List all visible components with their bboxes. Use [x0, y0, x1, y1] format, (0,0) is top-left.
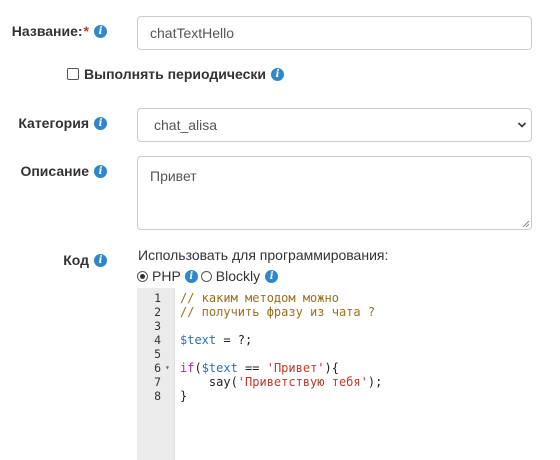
- category-label-group: Категория i: [18, 115, 107, 131]
- periodic-row: Выполнять периодически i: [67, 66, 284, 82]
- info-icon[interactable]: i: [184, 269, 198, 283]
- blockly-radio[interactable]: [200, 270, 212, 282]
- name-label: Название:: [11, 23, 83, 39]
- line-number: 8: [154, 389, 161, 403]
- programming-hint: Использовать для программирования:: [138, 247, 389, 263]
- code-token: }: [180, 389, 188, 403]
- info-icon[interactable]: i: [271, 67, 284, 81]
- code-token: ){: [324, 361, 339, 375]
- code-line: // получить фразу из чата ?: [180, 305, 375, 319]
- code-token: if: [180, 361, 195, 375]
- code-label: Код: [63, 252, 89, 268]
- description-text: Привет: [150, 168, 197, 184]
- info-icon[interactable]: i: [94, 164, 107, 178]
- category-select[interactable]: chat_alisa: [137, 108, 532, 142]
- line-number: 4: [154, 333, 161, 347]
- info-icon[interactable]: i: [94, 116, 107, 130]
- code-label-group: Код i: [63, 252, 107, 268]
- code-token: $text: [201, 361, 238, 375]
- php-radio-label[interactable]: PHP: [152, 268, 181, 284]
- code-token: );: [367, 375, 383, 389]
- code-line: if($text == 'Привет'){: [180, 361, 339, 375]
- code-editor[interactable]: 1 2 3 4 5 6 ▾ 7 8 // каким методом можно// получ…: [137, 288, 532, 460]
- required-mark: *: [83, 23, 89, 39]
- description-label-group: Описание i: [20, 163, 107, 179]
- code-line: say('Приветствую тебя');: [180, 375, 382, 389]
- fold-arrow-icon[interactable]: ▾: [165, 361, 173, 375]
- resize-grip-icon[interactable]: [522, 220, 530, 228]
- code-line: // каким методом можно: [180, 291, 339, 305]
- line-number: 6: [154, 361, 161, 375]
- language-radio-group: PHP i Blockly i: [137, 268, 279, 284]
- code-token: // получить фразу из чата ?: [180, 305, 376, 319]
- info-icon[interactable]: i: [265, 269, 279, 283]
- chevron-down-icon: [517, 122, 527, 128]
- line-number: 1: [154, 291, 161, 305]
- code-token: 'Приветствую тебя': [237, 375, 368, 389]
- name-input[interactable]: chatTextHello: [137, 16, 532, 50]
- script-edit-form: Название: * i chatTextHello Выполнять пер…: [0, 0, 560, 460]
- periodic-label[interactable]: Выполнять периодически: [84, 66, 266, 82]
- code-token: $text: [180, 333, 217, 347]
- info-icon[interactable]: i: [94, 24, 107, 38]
- name-label-group: Название: * i: [12, 23, 107, 39]
- editor-gutter: 1 2 3 4 5 6 ▾ 7 8: [137, 288, 175, 460]
- code-token: = ?;: [216, 333, 253, 347]
- php-radio[interactable]: [137, 270, 148, 282]
- periodic-checkbox[interactable]: [67, 68, 79, 80]
- category-label: Категория: [18, 115, 89, 131]
- code-token: // каким методом можно: [180, 291, 339, 305]
- code-line: $text = ?;: [180, 333, 252, 347]
- code-token: 'Привет': [266, 361, 325, 375]
- code-token: say(: [180, 375, 238, 389]
- description-label: Описание: [20, 163, 89, 179]
- code-token: (: [194, 361, 202, 375]
- line-number: 7: [154, 375, 161, 389]
- code-token: ==: [237, 361, 267, 375]
- code-line: }: [180, 389, 187, 403]
- line-number: 3: [154, 319, 161, 333]
- info-icon[interactable]: i: [94, 253, 107, 267]
- description-textarea[interactable]: Привет: [137, 156, 532, 230]
- line-number: 5: [154, 347, 161, 361]
- line-number: 2: [154, 305, 161, 319]
- blockly-radio-label[interactable]: Blockly: [216, 268, 260, 284]
- category-selected-value: chat_alisa: [154, 117, 218, 133]
